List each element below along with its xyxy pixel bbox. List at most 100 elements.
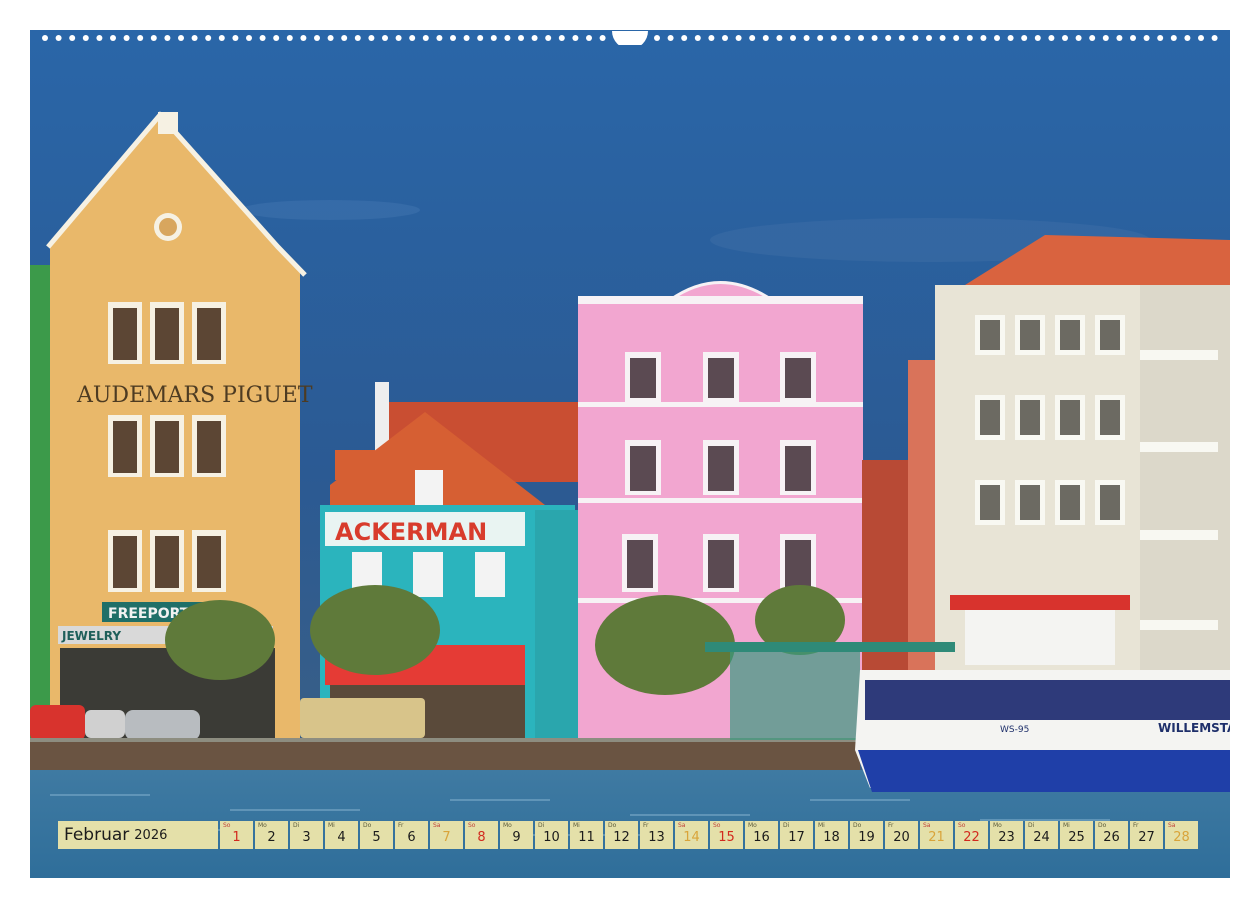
ferry-id: WS-95: [1000, 725, 1029, 735]
year: 2026: [134, 827, 168, 843]
day-number: 2: [267, 830, 276, 845]
binding-hole: [178, 35, 184, 41]
binding-hole: [1089, 35, 1096, 41]
binding-hole: [858, 35, 864, 41]
weekday-label: So: [223, 822, 231, 829]
calendar-day: Mo 2: [255, 821, 288, 849]
day-number: 24: [1033, 830, 1050, 845]
weekday-label: Fr: [1133, 822, 1139, 829]
binding-hole: [42, 35, 48, 41]
hanger-notch: [612, 31, 648, 49]
binding-hole: [150, 35, 157, 41]
calendar-day: Do 19: [850, 821, 883, 849]
binding-hole: [205, 35, 212, 41]
day-number: 17: [788, 830, 805, 845]
binding-hole: [354, 35, 361, 41]
binding-hole: [966, 35, 973, 41]
binding-hole: [96, 35, 103, 41]
calendar-day: Do 26: [1095, 821, 1128, 849]
binding-hole: [286, 35, 293, 41]
binding-hole: [749, 35, 756, 41]
binding-hole: [1034, 35, 1041, 41]
binding-hole: [1048, 35, 1055, 41]
calendar-day: Di 10: [535, 821, 568, 849]
day-number: 26: [1103, 830, 1120, 845]
binding-hole: [259, 35, 266, 41]
calendar-day: Di 17: [780, 821, 813, 849]
day-number: 11: [578, 830, 595, 845]
weekday-label: Do: [363, 822, 372, 829]
binding-hole: [82, 35, 89, 41]
binding-hole: [572, 35, 579, 41]
weekday-label: Fr: [398, 822, 404, 829]
binding-hole: [504, 35, 511, 41]
binding-hole: [477, 35, 484, 41]
binding-hole: [1021, 35, 1028, 41]
binding-hole: [1116, 35, 1123, 41]
weekday-label: Fr: [643, 822, 649, 829]
binding-hole: [300, 35, 307, 41]
day-number: 18: [823, 830, 840, 845]
calendar-day: Sa 14: [675, 821, 708, 849]
binding-hole: [110, 35, 116, 41]
ferry-name: WILLEMSTA: [1158, 721, 1230, 735]
day-number: 4: [337, 830, 346, 845]
weekday-label: Sa: [678, 822, 686, 829]
calendar-day: Di 3: [290, 821, 323, 849]
calendar-day: Fr 13: [640, 821, 673, 849]
binding-hole: [1198, 35, 1204, 41]
calendar-day: Fr 20: [885, 821, 918, 849]
binding-hole: [218, 35, 225, 41]
calendar-day: Mi 11: [570, 821, 603, 849]
binding-hole: [1157, 35, 1164, 41]
calendar-day: Do 5: [360, 821, 393, 849]
binding-hole: [722, 35, 728, 41]
binding-hole: [1170, 35, 1177, 41]
ackerman-sign: ACKERMAN: [335, 518, 487, 546]
day-number: 3: [302, 830, 311, 845]
weekday-label: Mi: [818, 822, 825, 829]
binding-hole: [939, 35, 946, 41]
weekday-label: So: [468, 822, 476, 829]
binding-hole: [422, 35, 429, 41]
binding-hole: [273, 35, 280, 41]
weekday-label: So: [713, 822, 721, 829]
binding-hole: [803, 35, 810, 41]
binding-hole: [776, 35, 783, 41]
calendar-day: Mo 16: [745, 821, 778, 849]
calendar-day: So 15: [710, 821, 743, 849]
binding-hole: [558, 35, 565, 41]
calendar-day: So 22: [955, 821, 988, 849]
binding-hole: [844, 35, 851, 41]
calendar-month: Februar 2026: [58, 821, 218, 849]
day-number: 9: [512, 830, 521, 845]
weekday-label: So: [958, 822, 966, 829]
binding-hole: [463, 35, 470, 41]
binding-hole: [531, 35, 538, 41]
binding-hole: [382, 35, 388, 41]
binding-hole: [912, 35, 919, 41]
binding-hole: [681, 35, 688, 41]
binding-hole: [55, 35, 62, 41]
calendar-day: Fr 6: [395, 821, 428, 849]
binding-hole: [1184, 35, 1191, 41]
day-number: 22: [963, 830, 980, 845]
weekday-label: Sa: [433, 822, 441, 829]
calendar-day: Mo 23: [990, 821, 1023, 849]
binding-hole: [164, 35, 171, 41]
binding-hole: [450, 35, 456, 41]
day-number: 14: [683, 830, 700, 845]
binding-hole: [654, 35, 660, 41]
binding-hole: [667, 35, 674, 41]
calendar-day: Sa 21: [920, 821, 953, 849]
calendar-strip: Februar 2026 So 1 Mo 2 Di 3 Mi 4 Do 5 Fr 6 Sa 7 So 8 Mo 9…: [58, 821, 1200, 849]
binding-hole: [885, 35, 892, 41]
binding-hole: [395, 35, 402, 41]
binding-holes: [30, 30, 1230, 49]
binding-hole: [123, 35, 130, 41]
weekday-label: Do: [853, 822, 862, 829]
weekday-label: Di: [1028, 822, 1035, 829]
binding-hole: [1130, 35, 1136, 41]
binding-hole: [762, 35, 769, 41]
calendar-day: Mi 4: [325, 821, 358, 849]
